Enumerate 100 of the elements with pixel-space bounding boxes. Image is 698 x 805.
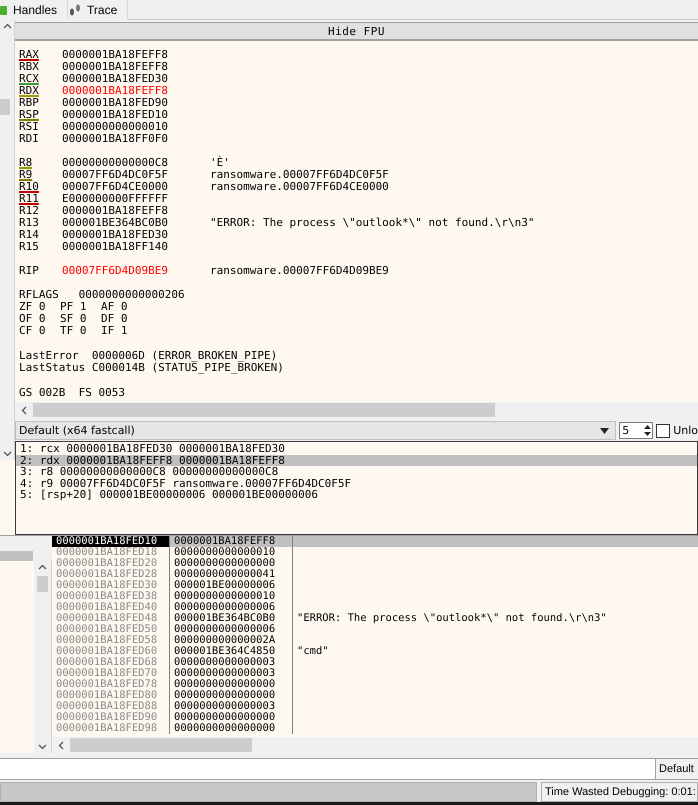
stack-value[interactable]: 0000000000000003 <box>170 701 293 712</box>
unlock-checkbox[interactable] <box>656 424 670 438</box>
register-name[interactable]: R8 <box>19 157 62 169</box>
stack-value[interactable]: 0000000000000000 <box>170 723 293 734</box>
scroll-left-icon[interactable] <box>21 406 27 414</box>
register-value[interactable]: E000000000FFFFFF <box>62 193 210 205</box>
stack-value[interactable]: 0000000000000000 <box>170 558 293 569</box>
scroll-down-icon[interactable] <box>2 451 12 457</box>
register-name[interactable]: R14 <box>19 229 62 241</box>
register-comment: ransomware.00007FF6D4D09BE9 <box>210 265 389 277</box>
command-input[interactable] <box>0 759 656 779</box>
argument-row[interactable]: 5: [rsp+20] 000001BE00000006 000001BE00000006 <box>16 489 697 500</box>
register-value[interactable]: 0000001BA18FF0F0 <box>62 133 210 145</box>
scroll-thumb[interactable] <box>0 99 10 115</box>
register-value[interactable]: 0000001BA18FED90 <box>62 97 210 109</box>
flag[interactable]: TF 0 <box>60 325 101 337</box>
stack-value[interactable]: 0000000000000003 <box>170 657 293 668</box>
stack-value[interactable]: 0000000000000000 <box>170 690 293 701</box>
register-name[interactable]: R11 <box>19 193 62 205</box>
scroll-thumb[interactable] <box>36 576 48 592</box>
register-value[interactable]: 0000000000000010 <box>62 121 210 133</box>
stack-value[interactable]: 000001BE00000006 <box>170 580 293 591</box>
register-value[interactable]: 0000001BA18FED30 <box>62 73 210 85</box>
footprints-icon <box>68 3 82 17</box>
register-name[interactable]: RCX <box>19 73 62 85</box>
stack-comment: "cmd" <box>296 646 330 657</box>
header-bar <box>0 551 33 561</box>
rflags-line: RFLAGS 0000000000000206 <box>19 289 186 301</box>
register-name[interactable]: RBP <box>19 97 62 109</box>
stack-value[interactable]: 0000000000000010 <box>170 547 293 558</box>
register-value[interactable]: 00007FF6D4D09BE9 <box>62 265 210 277</box>
flag[interactable]: SF 0 <box>60 313 101 325</box>
register-name[interactable]: RSI <box>19 121 62 133</box>
flag[interactable]: IF 1 <box>101 325 141 337</box>
stack-value[interactable]: 0000000000000041 <box>170 569 293 580</box>
horizontal-scrollbar[interactable] <box>52 737 698 753</box>
argument-row[interactable]: 1: rcx 0000001BA18FED30 0000001BA18FED30 <box>16 443 697 454</box>
stack-comment: "ERROR: The process \"outlook*\" not found.\r\n3" <box>296 613 608 624</box>
segment-line: GS 002B FS 0053 <box>19 387 126 399</box>
register-comment: "ERROR: The process \"outlook*\" not found.\r\n3" <box>210 217 535 229</box>
stack-value[interactable]: 0000000000000006 <box>170 602 293 613</box>
spin-arrows-icon[interactable] <box>643 424 652 437</box>
flag[interactable]: ZF 0 <box>19 301 60 313</box>
dropdown-arrow-icon <box>600 428 610 434</box>
register-value[interactable]: 0000001BA18FEFF8 <box>62 85 210 97</box>
scroll-down-icon[interactable] <box>38 744 47 750</box>
stack-value[interactable]: 0000000000000000 <box>170 712 293 723</box>
argument-count-spinbox[interactable]: 5 <box>619 422 654 439</box>
tab[interactable]: Trace <box>68 0 128 20</box>
tab[interactable]: Handles <box>0 0 68 20</box>
register-value[interactable]: 0000001BA18FEFF8 <box>62 61 210 73</box>
argument-row[interactable]: 4: r9 00007FF6D4DC0F5F ransomware.00007FF6D4DC0F5F <box>16 478 697 489</box>
register-value[interactable]: 0000001BA18FEFF8 <box>62 205 210 217</box>
handle-icon <box>0 4 8 16</box>
flag[interactable]: DF 0 <box>101 313 141 325</box>
register-name[interactable]: R9 <box>19 169 62 181</box>
register-name[interactable]: R13 <box>19 217 62 229</box>
flag[interactable]: AF 0 <box>101 301 141 313</box>
register-name[interactable]: RAX <box>19 49 62 61</box>
register-name[interactable]: RDI <box>19 133 62 145</box>
status-text: Time Wasted Debugging: 0:01: <box>541 782 698 802</box>
register-value[interactable]: 0000001BA18FEFF8 <box>62 49 210 61</box>
register-value[interactable]: 0000001BA18FF140 <box>62 241 210 253</box>
scroll-up-icon[interactable] <box>2 23 12 29</box>
register-value[interactable]: 00007FF6D4DC0F5F <box>62 169 210 181</box>
register-comment: 'È' <box>210 157 230 169</box>
scroll-left-icon[interactable] <box>58 740 64 750</box>
register-name[interactable]: R12 <box>19 205 62 217</box>
register-value[interactable]: 000001BE364BC0B0 <box>62 217 210 229</box>
register-name[interactable]: R15 <box>19 241 62 253</box>
register-value[interactable]: 00000000000000C8 <box>62 157 210 169</box>
error-line: LastError 0000006D (ERROR_BROKEN_PIPE) <box>19 350 278 362</box>
argument-row[interactable]: 3: r8 00000000000000C8 00000000000000C8 <box>16 466 697 478</box>
stack-address[interactable]: 0000001BA18FED10 <box>52 536 170 547</box>
stack-value[interactable]: 000000000000002A <box>170 635 293 646</box>
argument-row[interactable]: 2: rdx 0000001BA18FEFF8 0000001BA18FEFF8 <box>16 454 697 466</box>
stack-value[interactable]: 0000000000000003 <box>170 668 293 679</box>
stack-value[interactable]: 0000000000000000 <box>170 679 293 690</box>
calling-convention-dropdown[interactable]: Default (x64 fastcall) <box>15 421 616 440</box>
register-value[interactable]: 00007FF6D4CE0000 <box>62 181 210 193</box>
hide-fpu-button[interactable]: Hide FPU <box>15 22 698 41</box>
register-comment: ransomware.00007FF6D4CE0000 <box>210 181 389 193</box>
register-name[interactable]: RBX <box>19 61 62 73</box>
stack-value[interactable]: 0000001BA18FEFF8 <box>170 536 293 547</box>
stack-value[interactable]: 0000000000000010 <box>170 591 293 602</box>
flag[interactable]: PF 1 <box>60 301 101 313</box>
scroll-up-icon[interactable] <box>38 564 47 570</box>
register-name[interactable]: RIP <box>19 265 62 277</box>
scrollbar[interactable] <box>0 20 15 460</box>
stack-value[interactable]: 000001BE364C4850 <box>170 646 293 657</box>
register-value[interactable]: 0000001BA18FED30 <box>62 229 210 241</box>
stack-value[interactable]: 000001BE364BC0B0 <box>170 613 293 624</box>
flag[interactable]: CF 0 <box>19 325 60 337</box>
register-name[interactable]: RSP <box>19 109 62 121</box>
register-name[interactable]: RDX <box>19 85 62 97</box>
register-name[interactable]: R10 <box>19 181 62 193</box>
stack-value[interactable]: 0000000000000006 <box>170 624 293 635</box>
flag[interactable]: OF 0 <box>19 313 60 325</box>
error-line: LastStatus C000014B (STATUS_PIPE_BROKEN) <box>19 362 285 374</box>
register-value[interactable]: 0000001BA18FED10 <box>62 109 210 121</box>
